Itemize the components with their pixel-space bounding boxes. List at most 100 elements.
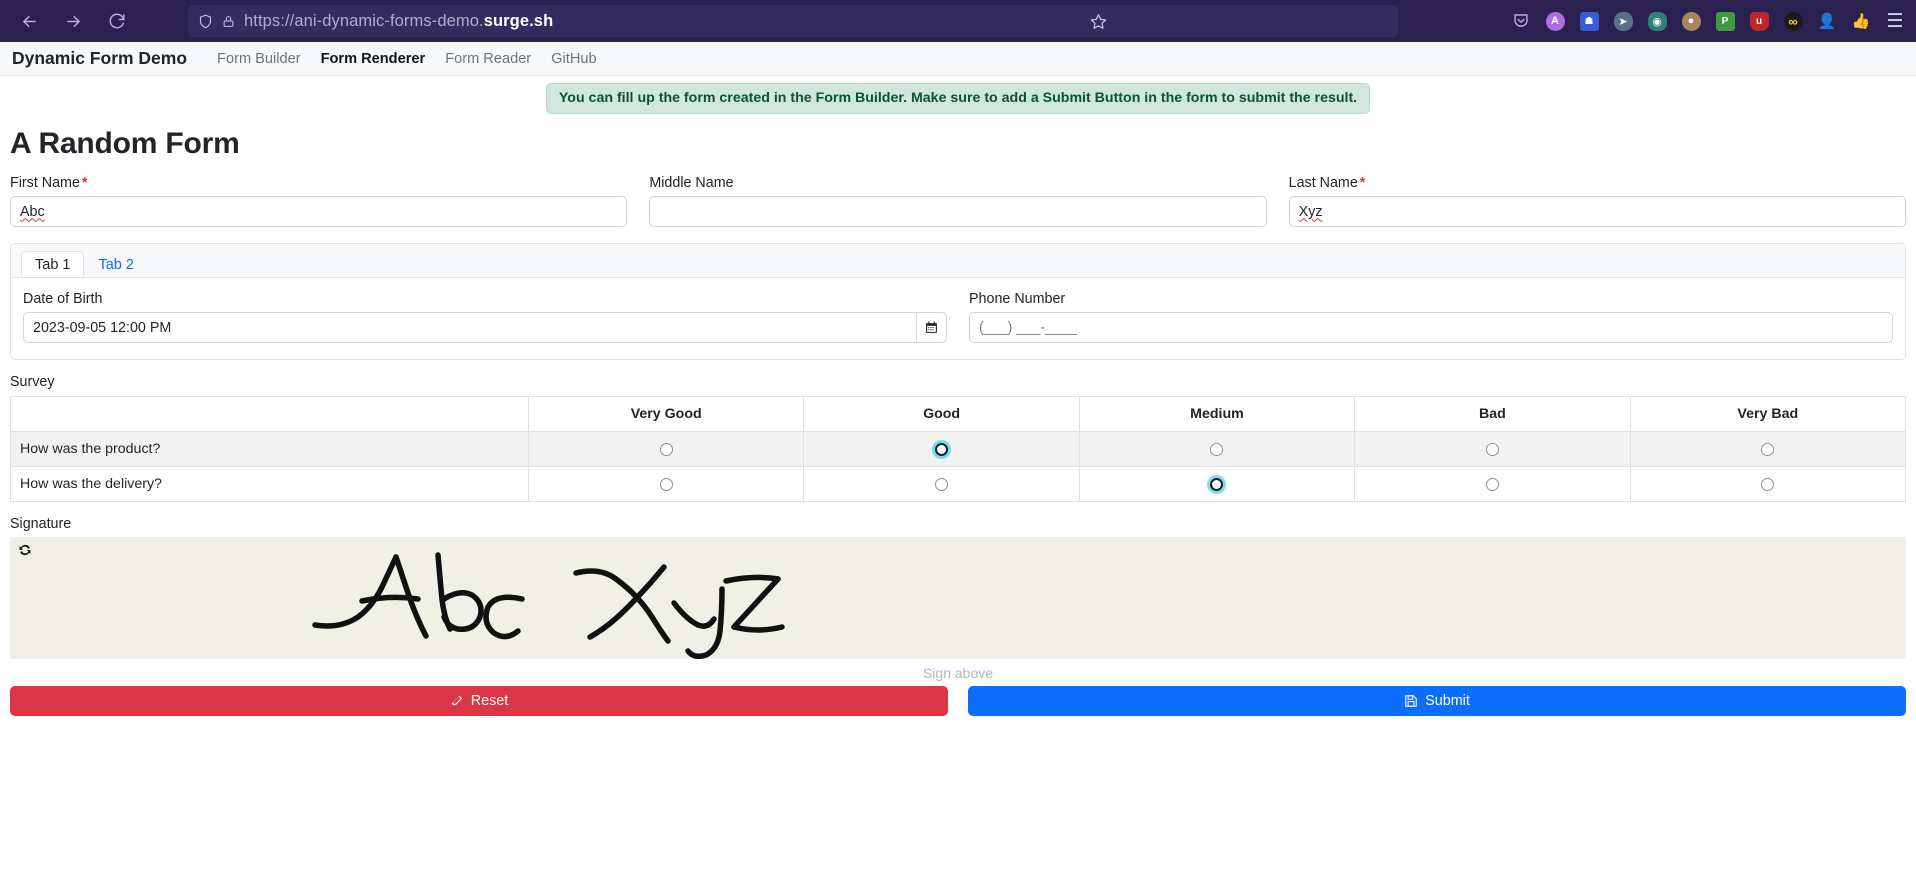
tab-1[interactable]: Tab 1 [21,251,85,278]
thumbs-up-extension-icon[interactable]: 👍 [1848,8,1874,34]
survey-cell-product-medium[interactable] [1078,431,1356,468]
shield-icon [198,14,213,29]
dob-field-group: Date of Birth 2023-09-05 12:00 PM [23,291,947,344]
star-icon[interactable] [1090,13,1107,30]
radio-product-very-good[interactable] [659,442,673,456]
dob-input[interactable]: 2023-09-05 12:00 PM [23,312,917,344]
tab-1-panel: Date of Birth 2023-09-05 12:00 PM Phone … [11,278,1905,359]
survey-cell-product-good[interactable] [803,431,1080,468]
last-name-input[interactable]: Xyz [1288,196,1906,228]
eraser-icon [450,694,464,708]
survey-cell-delivery-medium[interactable] [1078,466,1356,503]
submit-button-label: Submit [1425,693,1470,710]
cursor-extension-icon[interactable]: ➤ [1610,8,1636,34]
radio-delivery-good[interactable] [935,477,949,491]
name-fields-row: First Name * Abc Middle Name Last Name * X… [10,175,1906,228]
address-bar[interactable]: https://ani-dynamic-forms-demo.surge.sh [188,5,1398,37]
survey-cell-delivery-very-bad[interactable] [1629,466,1907,503]
survey-header-very-bad: Very Bad [1629,396,1907,433]
survey-cell-delivery-bad[interactable] [1354,466,1631,503]
bitwarden-extension-icon[interactable]: ☗ [1576,8,1602,34]
browser-nav-buttons [10,10,128,32]
survey-header-good: Good [803,396,1080,433]
survey-table: Very Good Good Medium Bad Very Bad How w… [10,396,1907,503]
nav-link-form-renderer[interactable]: Form Renderer [311,51,436,67]
survey-header-medium: Medium [1078,396,1356,433]
sign-above-hint: Sign above [10,659,1906,687]
form-actions: Reset Submit [10,686,1906,724]
middle-name-label: Middle Name [649,175,734,192]
account-extension-icon[interactable]: 👤 [1814,8,1840,34]
browser-extension-icons: A ☗ ➤ ◉ ● P u ∞ 👤 👍 ☰ [1508,8,1908,34]
nav-link-form-reader[interactable]: Form Reader [435,51,541,67]
reset-button-label: Reset [470,693,509,710]
dob-input-group: 2023-09-05 12:00 PM [23,312,947,344]
forward-arrow-icon[interactable] [62,10,84,32]
signature-pad[interactable] [10,537,1906,660]
browser-toolbar: https://ani-dynamic-forms-demo.surge.sh … [0,0,1916,42]
survey-cell-product-very-good[interactable] [527,431,805,468]
required-asterisk: * [1359,175,1366,192]
phone-input[interactable]: (___) ___-____ [969,312,1893,344]
nav-link-form-builder[interactable]: Form Builder [207,51,311,67]
reload-icon[interactable] [106,10,128,32]
phone-label: Phone Number [969,291,1066,308]
survey-cell-product-bad[interactable] [1354,431,1631,468]
survey-cell-product-very-bad[interactable] [1629,431,1907,468]
radio-delivery-very-bad[interactable] [1761,477,1775,491]
middle-name-field-group: Middle Name [649,175,1267,228]
survey-cell-delivery-very-good[interactable] [527,466,805,503]
survey-header-very-good: Very Good [527,396,805,433]
refresh-icon[interactable] [16,541,34,559]
calendar-icon[interactable] [916,312,947,344]
back-arrow-icon[interactable] [18,10,40,32]
adblock-extension-icon[interactable]: A [1542,8,1568,34]
form-page: A Random Form First Name * Abc Middle Nam… [0,127,1916,724]
required-asterisk: * [81,175,88,192]
ublock-extension-icon[interactable]: u [1746,8,1772,34]
pdf-extension-icon[interactable]: P [1712,8,1738,34]
survey-label: Survey [10,374,55,391]
survey-question-product: How was the product? [10,431,529,468]
reset-button[interactable]: Reset [10,686,948,717]
survey-table-body: How was the product? How was the deliver… [10,431,1907,503]
survey-table-head: Very Good Good Medium Bad Very Bad [10,396,1907,433]
first-name-input[interactable]: Abc [10,196,628,228]
submit-button[interactable]: Submit [968,686,1906,717]
radio-product-good[interactable] [935,442,949,456]
infinity-extension-icon[interactable]: ∞ [1780,8,1806,34]
privacy-badger-extension-icon[interactable]: ◉ [1644,8,1670,34]
url-text: https://ani-dynamic-forms-demo.surge.sh [244,11,554,30]
survey-header-bad: Bad [1354,396,1631,433]
phone-field-group: Phone Number (___) ___-____ [969,291,1893,344]
cookie-extension-icon[interactable]: ● [1678,8,1704,34]
tab-2[interactable]: Tab 2 [84,251,147,277]
hamburger-menu-icon[interactable]: ☰ [1882,8,1908,34]
dob-label: Date of Birth [23,291,103,308]
radio-product-very-bad[interactable] [1761,442,1775,456]
lock-icon [222,15,235,28]
radio-delivery-bad[interactable] [1485,477,1499,491]
table-row: How was the product? [10,431,1907,468]
first-name-field-group: First Name * Abc [10,175,628,228]
nav-link-github[interactable]: GitHub [541,51,606,67]
radio-delivery-very-good[interactable] [659,477,673,491]
signature-ink [312,552,785,660]
page-title: A Random Form [10,127,240,161]
last-name-field-group: Last Name * Xyz [1288,175,1906,228]
survey-cell-delivery-good[interactable] [803,466,1080,503]
survey-header-question [10,396,529,433]
tabs-header: Tab 1 Tab 2 [11,244,1905,279]
radio-delivery-medium[interactable] [1210,477,1224,491]
radio-product-bad[interactable] [1485,442,1499,456]
middle-name-input[interactable] [649,196,1267,228]
survey-header-row: Very Good Good Medium Bad Very Bad [10,396,1907,433]
pocket-extension-icon[interactable] [1508,8,1534,34]
alert-container: You can fill up the form created in the … [0,76,1916,115]
app-brand[interactable]: Dynamic Form Demo [12,48,187,69]
last-name-label: Last Name * [1288,175,1366,192]
info-alert: You can fill up the form created in the … [545,83,1371,115]
tabs-card: Tab 1 Tab 2 Date of Birth 2023-09-05 12:… [10,243,1906,361]
first-name-label: First Name * [10,175,88,192]
radio-product-medium[interactable] [1210,442,1224,456]
